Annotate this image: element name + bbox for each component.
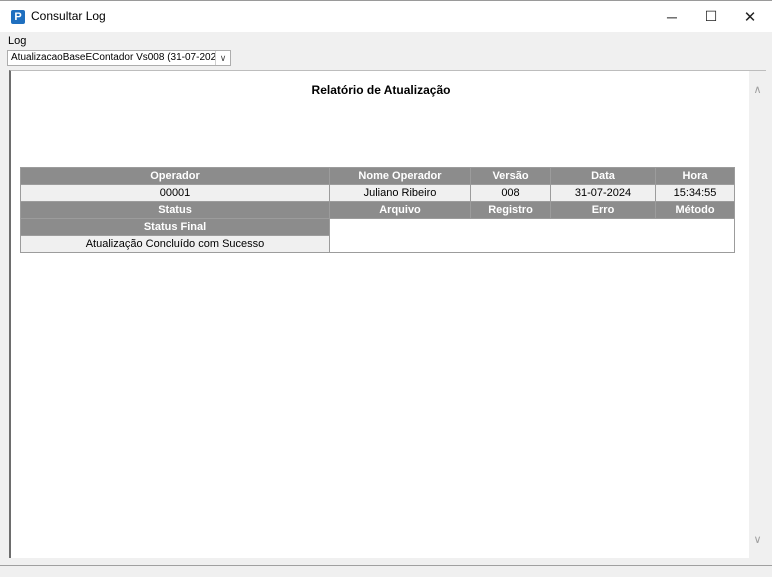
status-final-header-row: Status Final (20, 218, 735, 253)
header-cell: Arquivo (329, 201, 471, 219)
report-title: Relatório de Atualização (311, 83, 451, 97)
empty-cell (329, 218, 735, 253)
header-cell: Registro (470, 201, 551, 219)
header-row-2: Status Arquivo Registro Erro Método (20, 201, 735, 219)
header-cell: Status (20, 201, 330, 219)
title-bar: P Consultar Log ─ ☐ ✕ (0, 0, 772, 32)
data-cell: 15:34:55 (655, 184, 735, 202)
window-title: Consultar Log (31, 9, 106, 23)
header-cell: Erro (550, 201, 656, 219)
app-icon: P (11, 10, 25, 24)
vertical-scrollbar[interactable]: ∧ ∨ (749, 71, 766, 558)
status-final-label: Status Final (20, 218, 330, 236)
header-cell: Operador (20, 167, 330, 185)
report-viewer: Relatório de Atualização Operador Nome O… (9, 70, 766, 558)
header-cell: Versão (470, 167, 551, 185)
close-button[interactable]: ✕ (727, 1, 772, 32)
chevron-down-icon[interactable]: ∨ (215, 51, 230, 65)
chevron-down-icon[interactable]: ∨ (749, 531, 766, 548)
data-cell: 008 (470, 184, 551, 202)
data-cell: Juliano Ribeiro (329, 184, 471, 202)
log-select-value: AtualizacaoBaseEContador Vs008 (31-07-20… (11, 52, 231, 63)
data-cell: 31-07-2024 (550, 184, 656, 202)
log-label: Log (8, 35, 27, 47)
header-cell: Hora (655, 167, 735, 185)
header-cell: Data (550, 167, 656, 185)
report-table: Operador Nome Operador Versão Data Hora … (20, 167, 735, 253)
divider (0, 565, 772, 566)
header-cell: Nome Operador (329, 167, 471, 185)
chevron-up-icon[interactable]: ∧ (749, 81, 766, 98)
header-cell: Método (655, 201, 735, 219)
data-cell: 00001 (20, 184, 330, 202)
header-row: Operador Nome Operador Versão Data Hora (20, 167, 735, 185)
data-row: 00001 Juliano Ribeiro 008 31-07-2024 15:… (20, 184, 735, 202)
status-final-value: Atualização Concluído com Sucesso (20, 235, 330, 253)
log-select[interactable]: AtualizacaoBaseEContador Vs008 (31-07-20… (7, 50, 231, 66)
